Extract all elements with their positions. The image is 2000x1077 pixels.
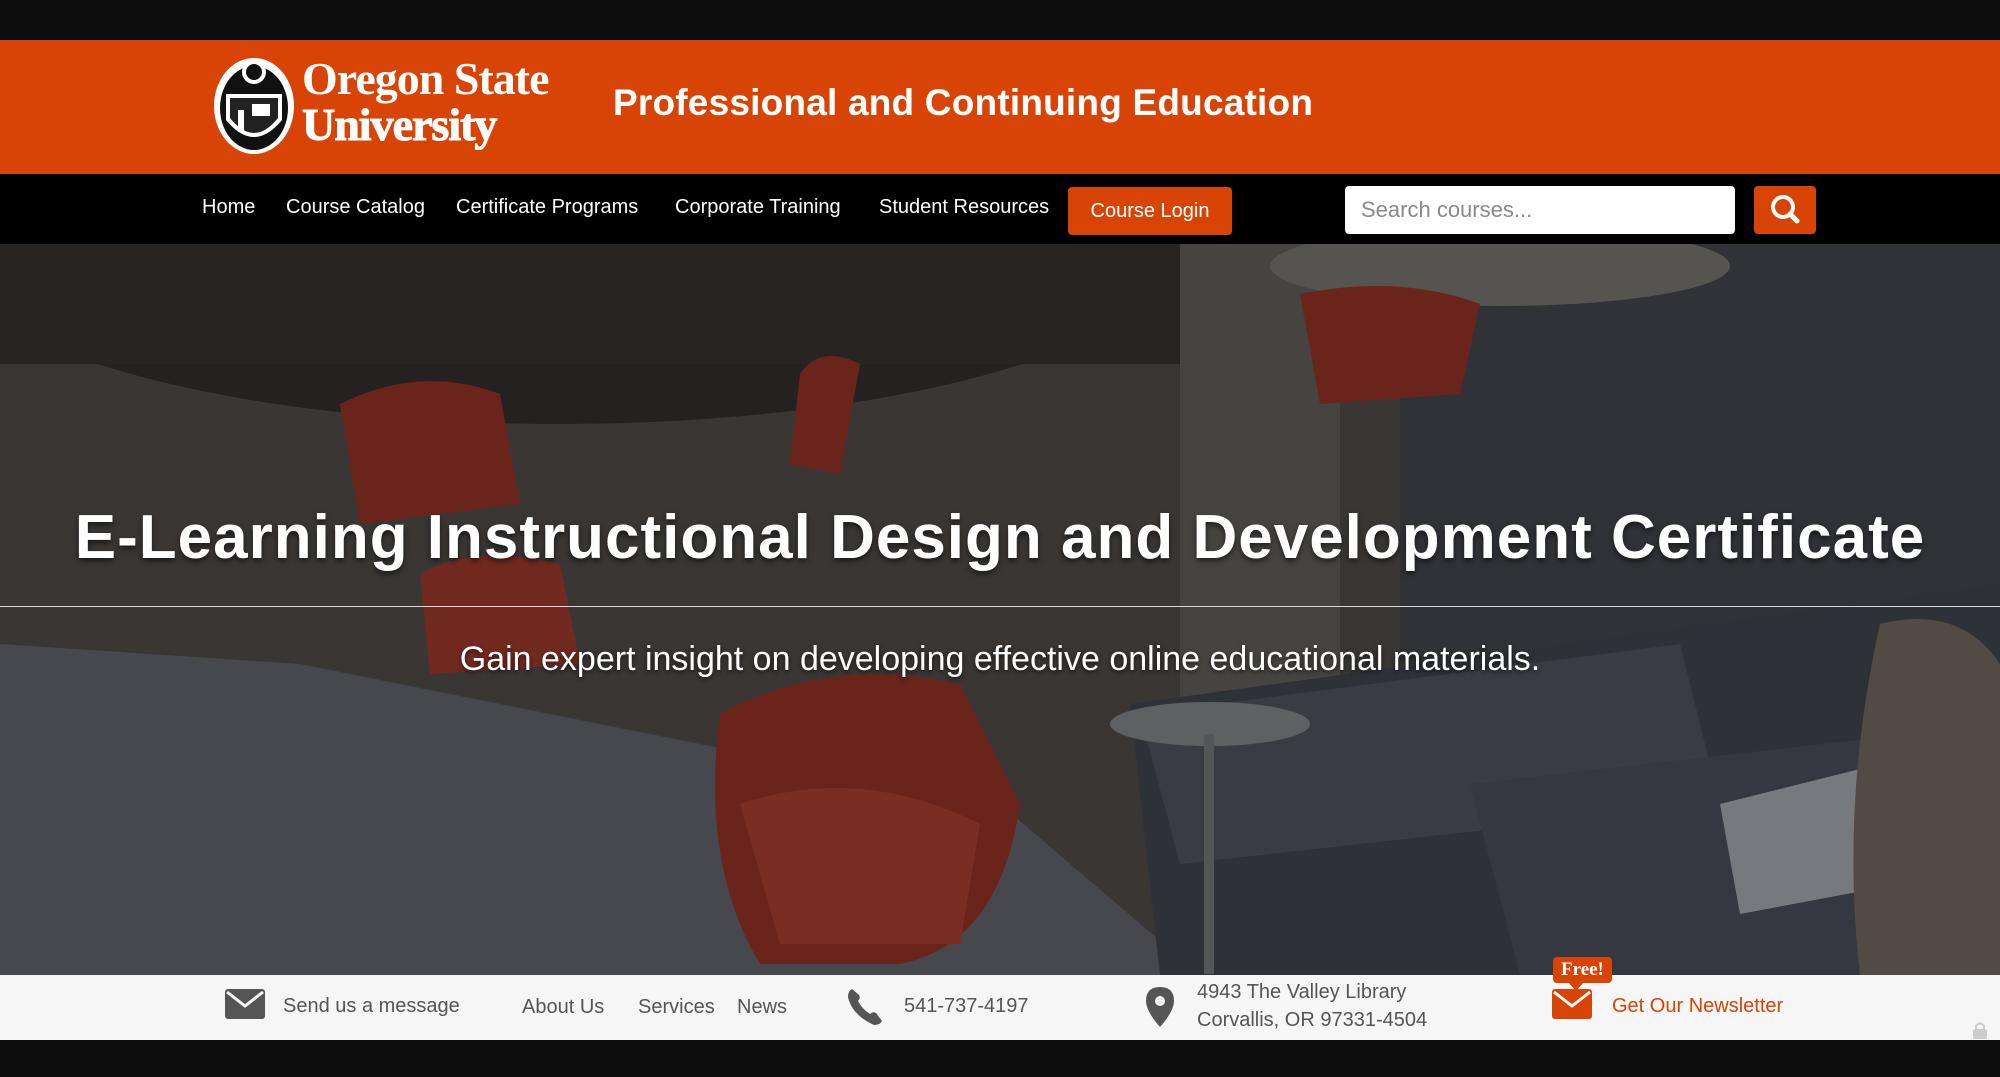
- phone-number[interactable]: 541-737-4197: [904, 995, 1029, 1018]
- nav-student-resources[interactable]: Student Resources: [879, 196, 1049, 219]
- logo-wordmark-line2: University: [302, 99, 498, 150]
- newsletter-envelope-icon: [1552, 989, 1592, 1019]
- hero-subtitle: Gain expert insight on developing effect…: [459, 640, 1541, 678]
- newsletter-link[interactable]: Get Our Newsletter: [1612, 995, 1783, 1018]
- search-icon: [1771, 195, 1800, 224]
- envelope-icon: [225, 989, 265, 1019]
- logo-wordmark-line1: Oregon State: [302, 53, 550, 104]
- footer-contact-bar: Send us a message About Us Services News…: [0, 957, 2000, 1040]
- free-badge: Free!: [1553, 957, 1612, 991]
- search-input[interactable]: [1345, 186, 1735, 234]
- map-pin-icon: [1146, 987, 1174, 1027]
- beaver-shield-icon: [214, 58, 294, 154]
- main-nav: Home Course Catalog Certificate Programs…: [0, 174, 2000, 244]
- footer-about-us[interactable]: About Us: [522, 996, 604, 1019]
- nav-certificate-programs[interactable]: Certificate Programs: [456, 196, 638, 219]
- course-login-button[interactable]: Course Login: [1068, 187, 1232, 235]
- hero-title: E-Learning Instructional Design and Deve…: [74, 503, 1926, 572]
- site-title[interactable]: Professional and Continuing Education: [613, 82, 1313, 124]
- search-button[interactable]: [1754, 186, 1816, 234]
- hero-divider: [0, 606, 2000, 607]
- brand-header: Oregon State University Professional and…: [0, 40, 2000, 174]
- nav-home[interactable]: Home: [202, 196, 255, 219]
- hero-overlay: [0, 244, 2000, 975]
- nav-corporate-training[interactable]: Corporate Training: [675, 196, 841, 219]
- send-message-link[interactable]: Send us a message: [283, 995, 460, 1018]
- footer-news[interactable]: News: [737, 996, 787, 1019]
- hero-banner: E-Learning Instructional Design and Deve…: [0, 244, 2000, 975]
- browser-bottom-strip: [0, 1040, 2000, 1077]
- browser-top-strip: [0, 0, 2000, 40]
- address-line-1: 4943 The Valley Library: [1197, 981, 1407, 1003]
- nav-course-catalog[interactable]: Course Catalog: [286, 196, 425, 219]
- osu-logo[interactable]: Oregon State University: [210, 50, 560, 160]
- address-line-2: Corvallis, OR 97331-4504: [1197, 1009, 1428, 1031]
- footer-services[interactable]: Services: [638, 996, 715, 1019]
- phone-icon: [848, 989, 882, 1025]
- lock-icon: [1973, 1022, 1987, 1039]
